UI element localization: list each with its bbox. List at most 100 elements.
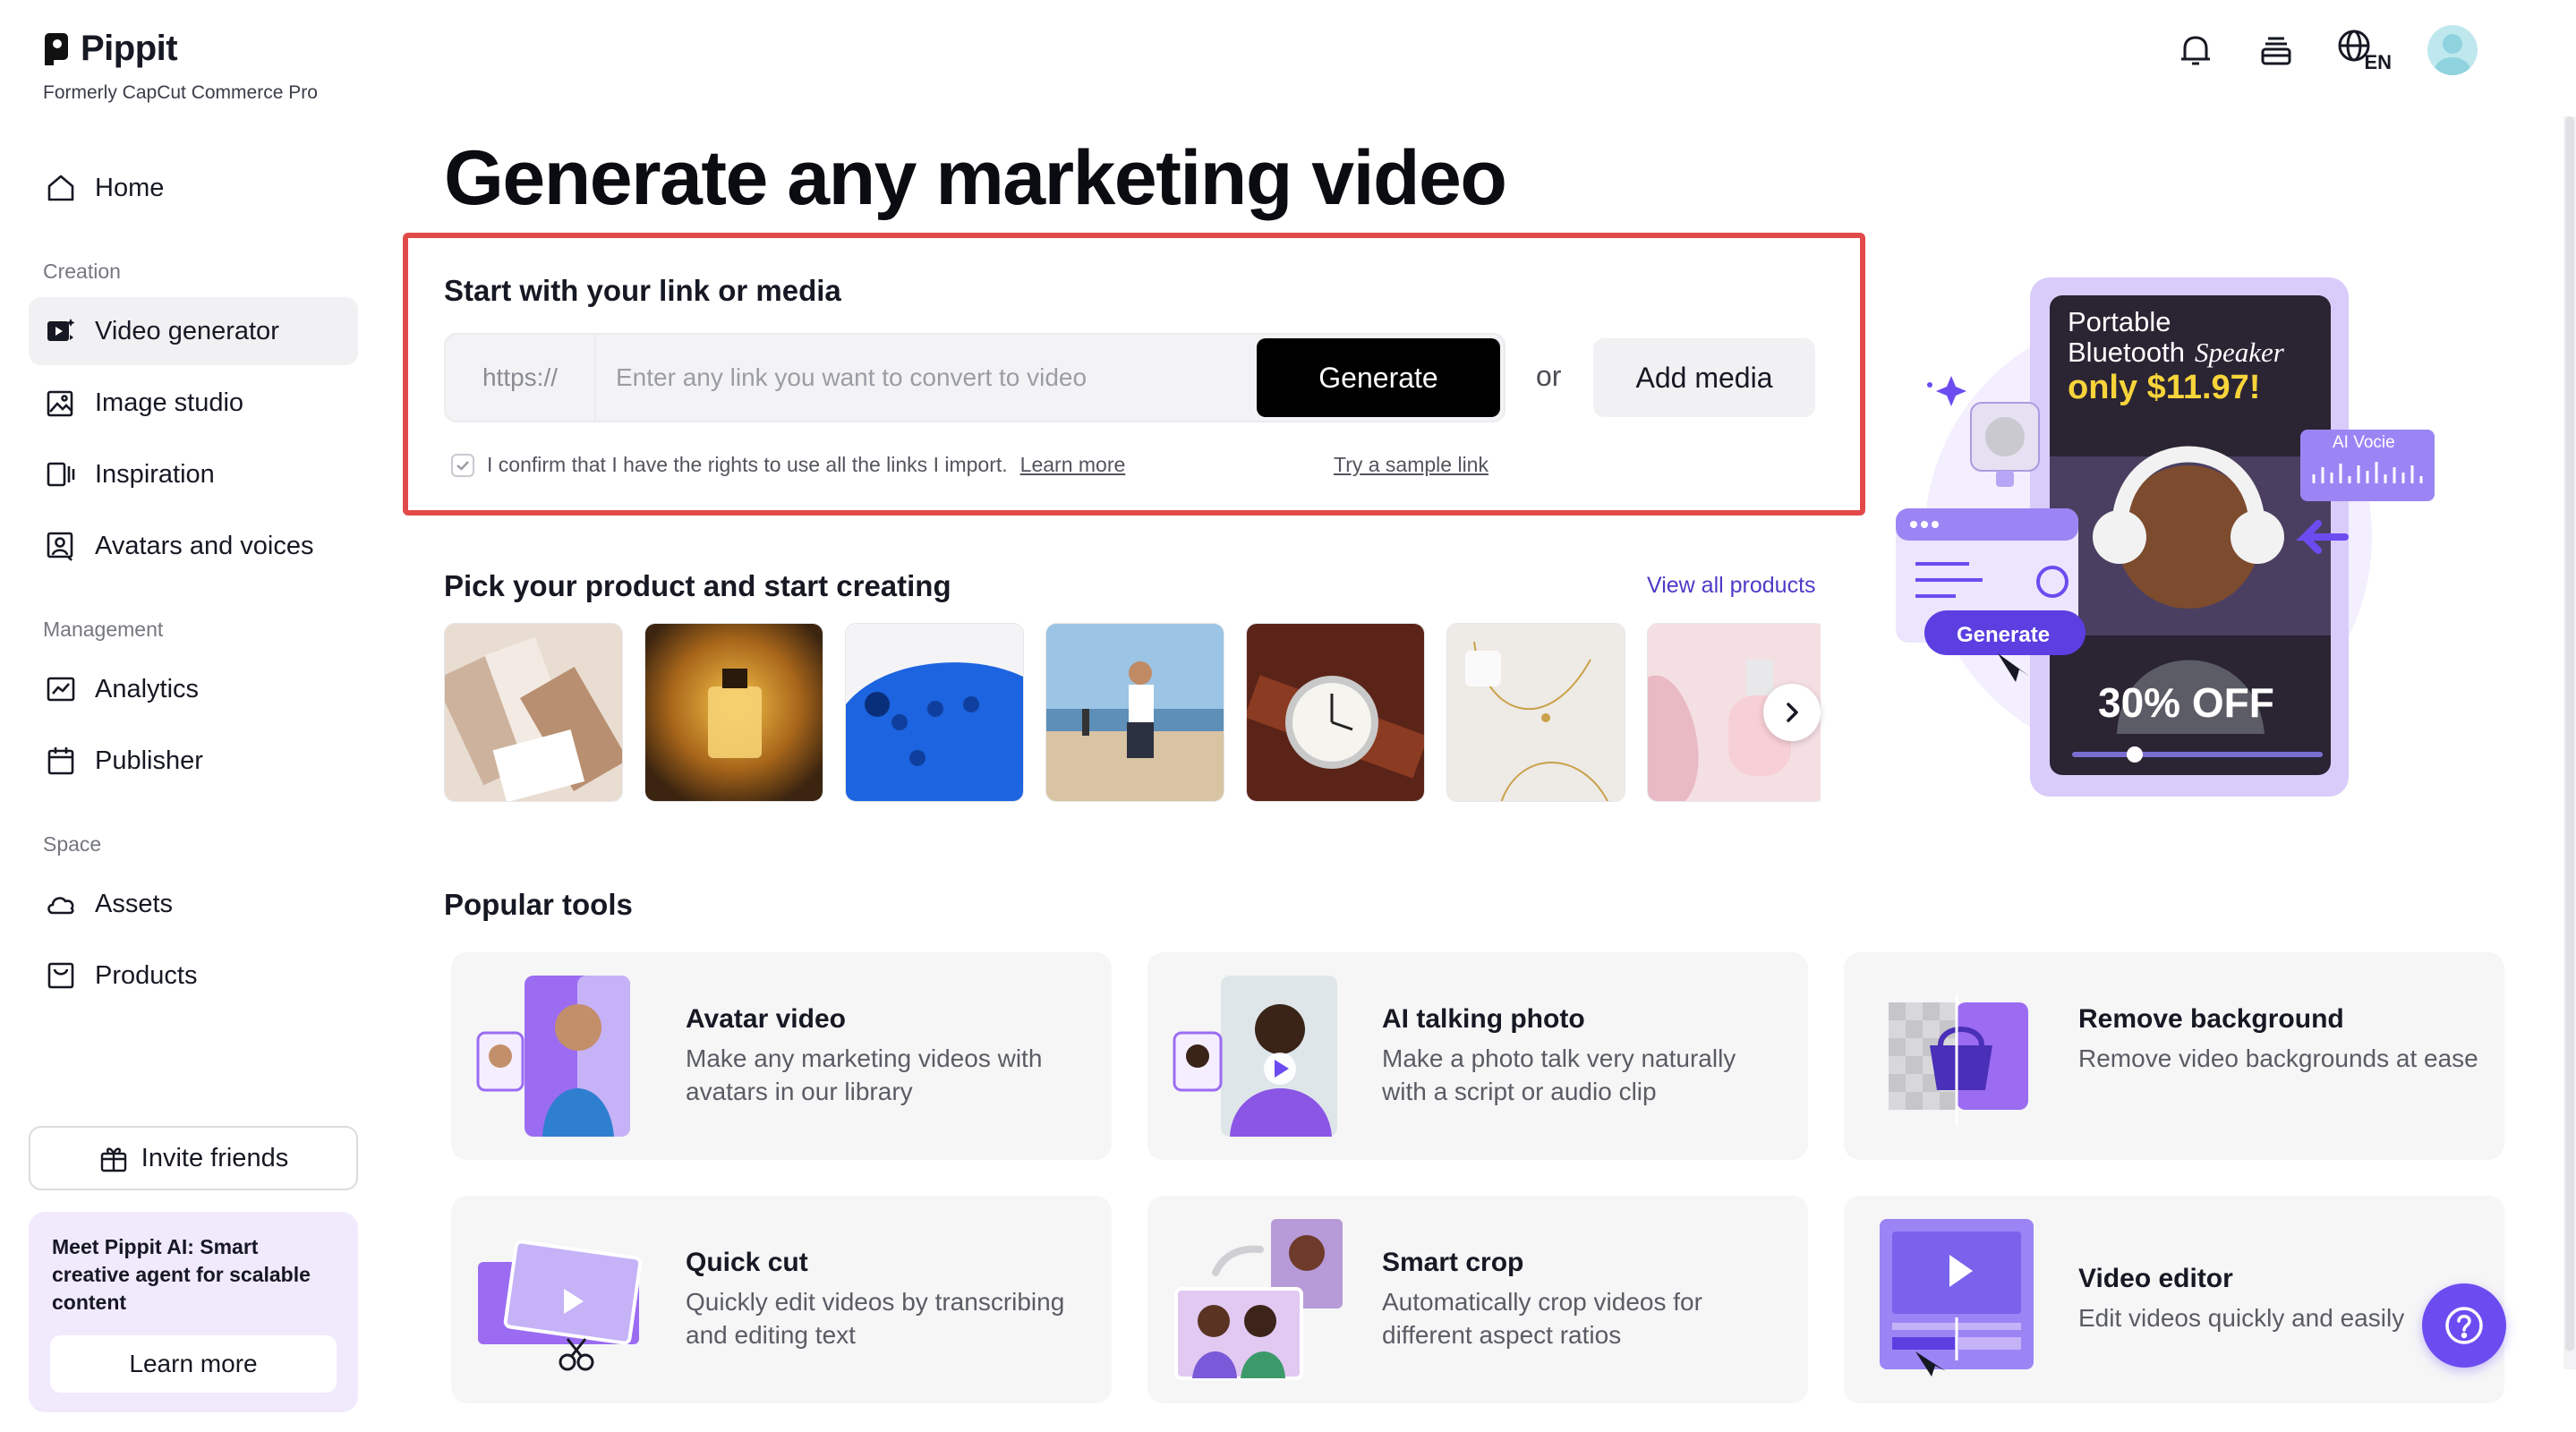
help-question-icon	[2445, 1307, 2483, 1344]
tool-name: Remove background	[2078, 1004, 2344, 1034]
invite-friends-button[interactable]: Invite friends	[29, 1126, 358, 1190]
sidebar-item-image-studio[interactable]: Image studio	[29, 369, 358, 437]
analytics-icon	[47, 677, 75, 702]
product-thumbnail[interactable]	[1446, 623, 1625, 802]
tool-description: Quickly edit videos by transcribing and …	[686, 1288, 1065, 1349]
invite-friends-label: Invite friends	[141, 1143, 289, 1172]
sidebar-item-label: Video generator	[95, 316, 279, 345]
learn-more-button[interactable]: Learn more	[50, 1335, 337, 1393]
tool-card-ai-talking-photo[interactable]: AI talking photo Make a photo talk very …	[1147, 952, 1808, 1160]
thumbnails-next-button[interactable]	[1763, 684, 1821, 741]
hero-illustration: Portable Bluetooth Speaker only $11.97! …	[1880, 268, 2452, 806]
hero-ai-voice-label: AI Vocie	[2333, 433, 2395, 452]
page-scrollbar[interactable]	[2563, 116, 2576, 1369]
chevron-right-icon	[1787, 703, 1798, 722]
rights-checkbox[interactable]	[451, 453, 474, 477]
hero-price: only $11.97!	[2068, 369, 2261, 406]
sidebar-item-assets[interactable]: Assets	[29, 870, 358, 938]
tool-card-video-editor[interactable]: Video editor Edit videos quickly and eas…	[1844, 1196, 2504, 1403]
hero-discount: 30% OFF	[2098, 679, 2274, 726]
generate-button[interactable]: Generate	[1257, 338, 1500, 417]
hero-product-line2: Bluetooth	[2068, 337, 2185, 368]
add-media-button[interactable]: Add media	[1593, 338, 1815, 417]
url-prefix: https://	[446, 335, 596, 421]
sidebar-item-label: Image studio	[95, 388, 244, 417]
try-sample-link[interactable]: Try a sample link	[1334, 453, 1488, 477]
video-editor-illustration	[1880, 1219, 2034, 1377]
sidebar-item-home[interactable]: Home	[29, 154, 358, 222]
product-thumbnail[interactable]	[1246, 623, 1425, 802]
sidebar-item-label: Home	[95, 173, 165, 202]
product-thumbnail[interactable]	[444, 623, 623, 802]
link-input[interactable]	[598, 335, 1224, 421]
tool-description: Edit videos quickly and easily	[2078, 1304, 2405, 1332]
scrollbar-thumb[interactable]	[2565, 116, 2574, 1351]
cloud-icon	[47, 897, 74, 915]
tool-card-smart-crop[interactable]: Smart crop Automatically crop videos for…	[1147, 1196, 1808, 1403]
tool-description: Automatically crop videos for different …	[1382, 1288, 1702, 1349]
sidebar: Pippit Formerly CapCut Commerce Pro Home…	[0, 0, 376, 1432]
sidebar-item-label: Products	[95, 960, 198, 990]
or-separator: or	[1536, 360, 1562, 392]
learn-more-link[interactable]: Learn more	[1020, 453, 1126, 477]
inbox-stack-icon[interactable]	[2256, 30, 2297, 71]
sidebar-item-analytics[interactable]: Analytics	[29, 655, 358, 723]
help-button[interactable]	[2422, 1283, 2506, 1368]
brand-subtitle: Formerly CapCut Commerce Pro	[43, 82, 318, 103]
tool-name: Video editor	[2078, 1264, 2233, 1293]
tool-card-quick-cut[interactable]: Quick cut Quickly edit videos by transcr…	[451, 1196, 1112, 1403]
popular-tools-title: Popular tools	[444, 888, 633, 921]
beach-man-image	[1046, 624, 1224, 801]
hero-product-line1: Portable	[2068, 306, 2171, 337]
tool-name: Smart crop	[1382, 1248, 1524, 1277]
view-all-products-link[interactable]: View all products	[1647, 573, 1816, 599]
sidebar-item-label: Avatars and voices	[95, 531, 314, 560]
check-icon	[456, 460, 469, 471]
home-icon	[47, 175, 74, 201]
brand-logo[interactable]: Pippit	[43, 29, 178, 69]
necklace-image	[1447, 624, 1625, 801]
sidebar-item-products[interactable]: Products	[29, 942, 358, 1010]
inspiration-icon	[47, 462, 75, 487]
perfume-image	[645, 624, 823, 801]
avatar-voice-icon	[47, 532, 73, 561]
blue-clog-image	[846, 624, 1023, 801]
language-selector[interactable]: EN	[2336, 28, 2392, 73]
avatar-video-illustration	[476, 976, 630, 1137]
section-creation: Creation	[43, 260, 121, 283]
tool-description: Make a photo talk very naturally with a …	[1382, 1044, 1736, 1105]
quick-cut-illustration	[478, 1240, 643, 1371]
tool-description: Remove video backgrounds at ease	[2078, 1044, 2478, 1072]
sidebar-item-video-generator[interactable]: Video generator	[29, 297, 358, 365]
image-studio-icon	[47, 390, 73, 417]
section-management: Management	[43, 618, 164, 641]
sidebar-item-label: Publisher	[95, 746, 203, 775]
hero-product-line3: Speaker	[2195, 337, 2284, 368]
watch-image	[1247, 624, 1424, 801]
confirm-text: I confirm that I have the rights to use …	[487, 453, 1008, 476]
user-avatar[interactable]	[2427, 25, 2478, 75]
brand-name: Pippit	[81, 29, 178, 68]
product-thumbnail[interactable]	[1045, 623, 1224, 802]
sidebar-item-publisher[interactable]: Publisher	[29, 727, 358, 795]
smart-crop-illustration	[1174, 1219, 1343, 1380]
cosmetics-image	[445, 624, 622, 801]
tool-card-remove-background[interactable]: Remove background Remove video backgroun…	[1844, 952, 2504, 1160]
calendar-icon	[47, 747, 74, 775]
rights-confirmation: I confirm that I have the rights to use …	[451, 453, 1125, 477]
top-actions: EN	[2175, 25, 2478, 75]
tool-description: Make any marketing videos with avatars i…	[686, 1044, 1043, 1105]
sidebar-item-label: Analytics	[95, 674, 200, 703]
section-space: Space	[43, 832, 102, 856]
sidebar-item-label: Inspiration	[95, 459, 215, 489]
sidebar-item-avatars-voices[interactable]: Avatars and voices	[29, 512, 358, 580]
promo-text: Meet Pippit AI: Smart creative agent for…	[52, 1235, 311, 1314]
product-thumbnail[interactable]	[845, 623, 1024, 802]
talking-photo-illustration	[1173, 976, 1337, 1137]
pippit-ai-promo: Meet Pippit AI: Smart creative agent for…	[29, 1212, 358, 1412]
product-thumbnail[interactable]	[644, 623, 823, 802]
notification-bell-icon[interactable]	[2175, 30, 2216, 71]
sidebar-item-inspiration[interactable]: Inspiration	[29, 440, 358, 508]
page-title: Generate any marketing video	[444, 135, 1507, 221]
tool-card-avatar-video[interactable]: Avatar video Make any marketing videos w…	[451, 952, 1112, 1160]
